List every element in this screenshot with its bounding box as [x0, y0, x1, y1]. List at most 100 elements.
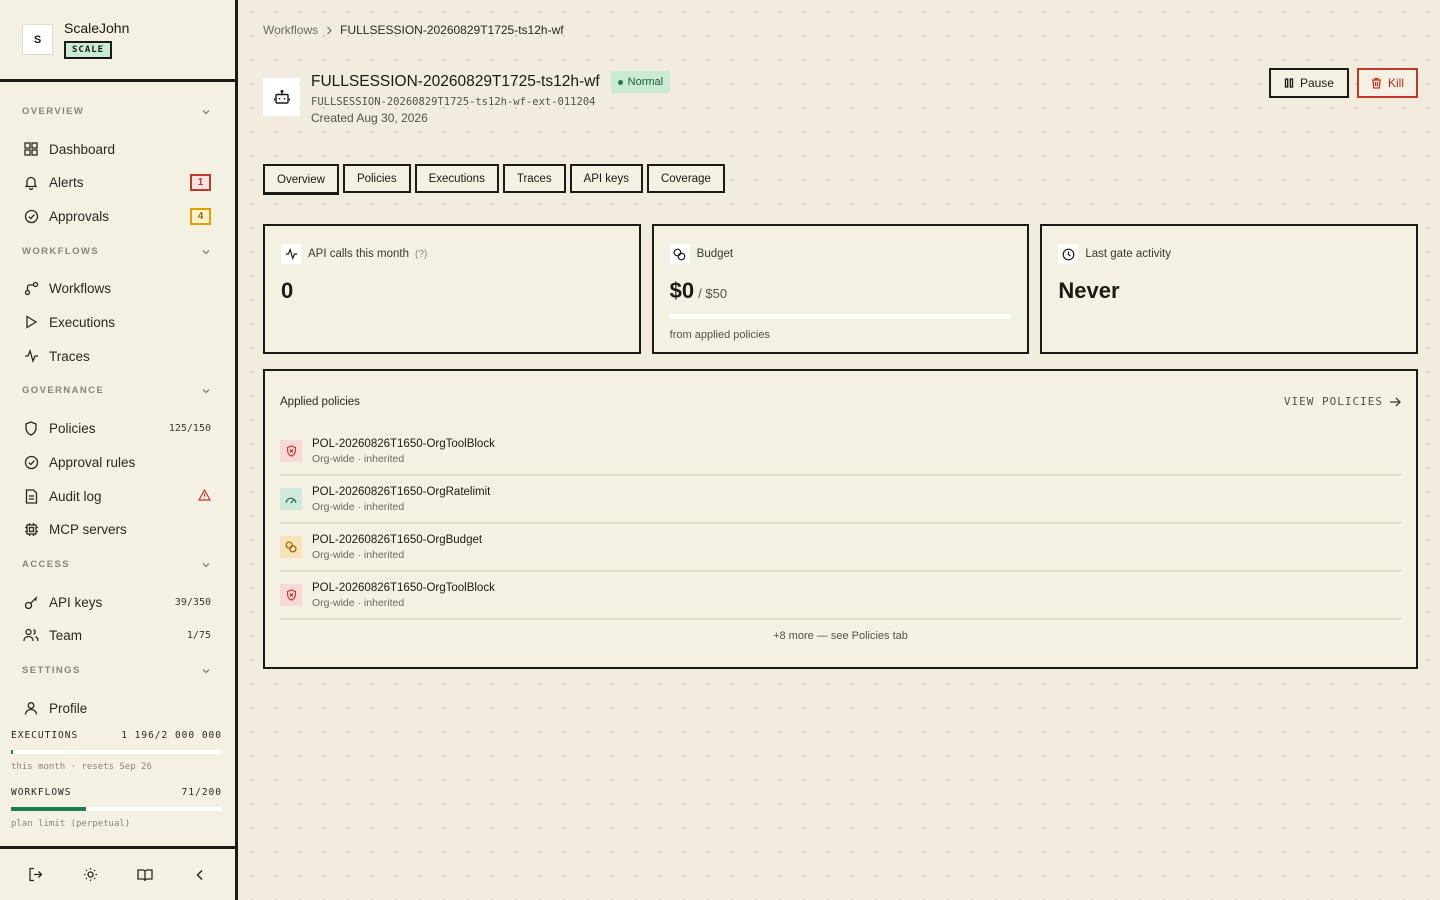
sidebar-footer	[0, 846, 235, 900]
usage-executions: EXECUTIONS 1 196/2 000 000 this month · …	[11, 730, 222, 772]
usage-executions-bar	[11, 750, 222, 754]
sidebar-item-label: Approval rules	[49, 454, 136, 470]
chevron-down-icon	[202, 562, 210, 567]
section-settings-label: SETTINGS	[22, 665, 81, 676]
sidebar-item-label: Policies	[49, 420, 96, 436]
policy-name: POL-20260826T1650-OrgToolBlock	[312, 581, 495, 594]
api-keys-count: 39/350	[174, 596, 211, 608]
section-overview[interactable]: OVERVIEW	[22, 106, 211, 117]
policy-row[interactable]: POL-20260826T1650-OrgBudget Org-wide · i…	[280, 524, 1401, 572]
section-workflows-label: WORKFLOWS	[22, 246, 99, 257]
warning-icon	[197, 488, 212, 504]
help-tooltip-icon[interactable]: (?)	[415, 249, 427, 260]
api-calls-value: 0	[281, 278, 294, 303]
last-gate-card: Last gate activity Never	[1040, 224, 1419, 354]
docs-book-icon[interactable]	[133, 863, 157, 887]
budget-limit: / $50	[698, 286, 728, 301]
usage-workflows-fill	[11, 807, 86, 811]
sidebar-item-audit-log[interactable]: Audit log	[22, 485, 212, 507]
section-governance[interactable]: GOVERNANCE	[22, 385, 211, 396]
alerts-count-badge: 1	[190, 173, 211, 191]
budget-note: from applied policies	[669, 329, 770, 341]
sidebar-item-workflows[interactable]: Workflows	[22, 277, 211, 299]
sidebar-item-policies[interactable]: Policies 125/150	[22, 417, 211, 439]
policy-scope: Org-wide · inherited	[312, 452, 405, 465]
page-title: FULLSESSION-20260829T1725-ts12h-wf	[311, 73, 600, 90]
workflow-external-id: FULLSESSION-20260829T1725-ts12h-wf-ext-0…	[311, 96, 596, 108]
policy-row[interactable]: POL-20260826T1650-OrgRatelimit Org-wide …	[280, 476, 1401, 524]
applied-policies-title: Applied policies	[280, 395, 360, 408]
tab-traces[interactable]: Traces	[502, 164, 566, 193]
usage-executions-value: 1 196/2 000 000	[121, 730, 222, 741]
sidebar-item-dashboard[interactable]: Dashboard	[22, 138, 211, 160]
sidebar-item-profile[interactable]: Profile	[22, 697, 211, 719]
clock-icon	[1058, 244, 1079, 264]
trash-icon	[1371, 77, 1382, 89]
usage-workflows-bar	[11, 807, 222, 811]
policy-scope: Org-wide · inherited	[312, 500, 405, 513]
sidebar-item-approvals[interactable]: Approvals 4	[22, 205, 211, 227]
tab-executions[interactable]: Executions	[414, 164, 499, 193]
bell-icon	[22, 173, 40, 191]
shield-icon	[22, 419, 40, 437]
view-policies-link[interactable]: VIEW POLICIES	[1284, 395, 1401, 408]
sidebar-item-mcp-servers[interactable]: MCP servers	[22, 518, 211, 540]
sidebar-item-label: Workflows	[49, 280, 112, 296]
section-settings[interactable]: SETTINGS	[22, 665, 211, 676]
section-access[interactable]: ACCESS	[22, 559, 211, 570]
kill-button[interactable]: Kill	[1356, 68, 1418, 98]
policy-name: POL-20260826T1650-OrgRatelimit	[312, 485, 491, 498]
more-policies-link[interactable]: +8 more — see Policies tab	[280, 630, 1401, 642]
stat-cards: API calls this month (?) 0 Budget $0/ $5…	[263, 224, 1419, 354]
collapse-chevron-icon[interactable]	[188, 863, 212, 887]
activity-icon	[281, 244, 301, 264]
api-calls-card: API calls this month (?) 0	[263, 224, 641, 354]
tab-policies[interactable]: Policies	[342, 164, 411, 193]
applied-policies-panel: Applied policies VIEW POLICIES POL-20260…	[263, 369, 1418, 669]
sidebar-item-alerts[interactable]: Alerts 1	[22, 171, 211, 193]
tab-coverage[interactable]: Coverage	[646, 164, 725, 193]
sidebar-item-team[interactable]: Team 1/75	[22, 624, 211, 646]
kill-button-label: Kill	[1387, 76, 1404, 90]
policy-list: POL-20260826T1650-OrgToolBlock Org-wide …	[280, 428, 1401, 620]
policy-scope: Org-wide · inherited	[312, 548, 405, 561]
policy-row[interactable]: POL-20260826T1650-OrgToolBlock Org-wide …	[280, 572, 1401, 620]
sidebar-item-traces[interactable]: Traces	[22, 345, 211, 367]
budget-value-line: $0/ $50	[670, 278, 1012, 304]
users-icon	[22, 626, 40, 644]
policy-row[interactable]: POL-20260826T1650-OrgToolBlock Org-wide …	[280, 428, 1401, 476]
breadcrumb: Workflows FULLSESSION-20260829T1725-ts12…	[263, 23, 564, 37]
usage-executions-label: EXECUTIONS	[11, 730, 79, 741]
budget-card: Budget $0/ $50 from applied policies	[651, 224, 1030, 354]
sidebar-item-api-keys[interactable]: API keys 39/350	[22, 591, 211, 613]
theme-sun-icon[interactable]	[78, 863, 102, 887]
sidebar-item-label: Alerts	[49, 174, 84, 190]
chevron-down-icon	[202, 668, 210, 673]
policies-count: 125/150	[168, 422, 211, 434]
section-overview-label: OVERVIEW	[22, 106, 85, 117]
breadcrumb-workflows-link[interactable]: Workflows	[263, 23, 318, 37]
pause-button-label: Pause	[1299, 76, 1334, 90]
dashboard-icon	[22, 140, 40, 158]
budget-label: Budget	[696, 248, 734, 260]
sidebar-item-label: Audit log	[49, 488, 102, 504]
sidebar-item-approval-rules[interactable]: Approval rules	[22, 451, 211, 473]
section-workflows[interactable]: WORKFLOWS	[22, 246, 211, 257]
approvals-count-badge: 4	[190, 207, 211, 225]
status-label: Normal	[627, 76, 664, 88]
usage-executions-note: this month · resets Sep 26	[11, 762, 152, 772]
sidebar-item-executions[interactable]: Executions	[22, 311, 211, 333]
breadcrumb-current: FULLSESSION-20260829T1725-ts12h-wf	[340, 23, 564, 37]
pause-button[interactable]: Pause	[1268, 68, 1349, 98]
tab-overview[interactable]: Overview	[263, 164, 339, 195]
policy-scope: Org-wide · inherited	[312, 596, 405, 609]
brand[interactable]: S ScaleJohn SCALE	[0, 0, 235, 82]
activity-icon	[22, 347, 40, 365]
section-access-label: ACCESS	[22, 559, 70, 570]
logout-icon[interactable]	[23, 863, 47, 887]
user-icon	[22, 699, 40, 717]
sidebar-item-label: Approvals	[49, 208, 110, 224]
sidebar-item-label: API keys	[49, 594, 103, 610]
tab-api-keys[interactable]: API keys	[569, 164, 643, 193]
sidebar-item-label: Profile	[49, 700, 88, 716]
